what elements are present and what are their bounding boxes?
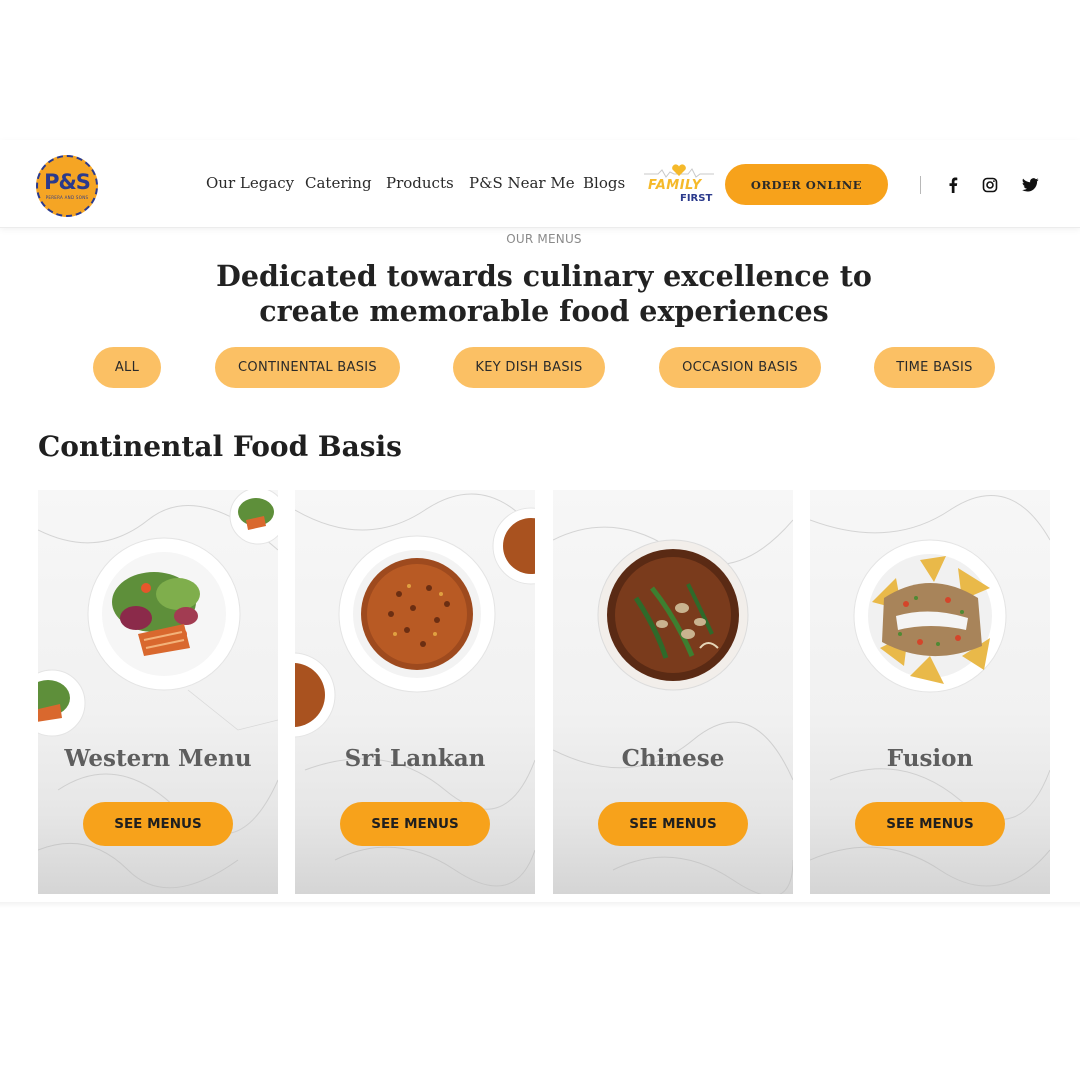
see-menus-button-western[interactable]: SEE MENUS <box>83 802 233 846</box>
twitter-icon[interactable] <box>1021 176 1039 194</box>
see-menus-button-fusion[interactable]: SEE MENUS <box>855 802 1005 846</box>
site-header: P&S PERERA AND SONS Our Legacy Catering … <box>0 140 1080 228</box>
card-title-sri-lankan: Sri Lankan <box>344 745 486 772</box>
side-salad-plate-bottom <box>38 669 86 737</box>
salmon-salad-plate <box>87 537 241 691</box>
first-word: FIRST <box>680 193 713 204</box>
nav-products[interactable]: Products <box>386 174 454 196</box>
header-divider <box>920 176 921 194</box>
section-title: Continental Food Basis <box>38 430 402 463</box>
side-rice-plate-top <box>492 507 535 585</box>
menu-card-sri-lankan[interactable]: Sri Lankan SEE MENUS <box>295 490 535 894</box>
filter-all[interactable]: ALL <box>93 347 161 388</box>
filter-key-dish-basis[interactable]: KEY DISH BASIS <box>453 347 605 388</box>
filter-occasion-basis[interactable]: OCCASION BASIS <box>659 347 821 388</box>
nav-our-legacy[interactable]: Our Legacy <box>206 174 294 196</box>
section-bottom-edge <box>0 902 1080 908</box>
instagram-icon[interactable] <box>981 176 999 194</box>
filter-continental-basis[interactable]: CONTINENTAL BASIS <box>215 347 400 388</box>
see-menus-button-sri-lankan[interactable]: SEE MENUS <box>340 802 490 846</box>
see-menus-button-chinese[interactable]: SEE MENUS <box>598 802 748 846</box>
order-online-button[interactable]: ORDER ONLINE <box>725 164 888 205</box>
nav-ps-near-me[interactable]: P&S Near Me <box>469 174 575 196</box>
nav-catering[interactable]: Catering <box>305 174 372 196</box>
side-rice-plate-bottom <box>295 652 336 738</box>
headline-line-1: Dedicated towards culinary excellence to <box>216 259 872 293</box>
card-title-western: Western Menu <box>64 745 252 772</box>
headline-line-2: create memorable food experiences <box>259 294 829 328</box>
noodle-soup-bowl <box>597 539 749 691</box>
ps-logo[interactable]: P&S PERERA AND SONS <box>36 155 98 217</box>
heart-icon <box>672 164 686 176</box>
facebook-icon[interactable] <box>944 176 962 194</box>
menu-card-fusion[interactable]: Fusion SEE MENUS <box>810 490 1050 894</box>
menu-card-western[interactable]: Western Menu SEE MENUS <box>38 490 278 894</box>
nav-blogs[interactable]: Blogs <box>583 174 625 196</box>
fried-rice-plate <box>338 535 496 693</box>
loaded-nachos-plate <box>853 539 1007 693</box>
side-salad-plate-top <box>229 490 278 545</box>
section-eyebrow: OUR MENUS <box>506 232 582 246</box>
menu-card-chinese[interactable]: Chinese SEE MENUS <box>553 490 793 894</box>
page-headline: Dedicated towards culinary excellence to… <box>0 259 1080 329</box>
card-title-fusion: Fusion <box>886 745 974 772</box>
family-word: FAMILY <box>648 178 702 193</box>
filter-time-basis[interactable]: TIME BASIS <box>874 347 995 388</box>
card-title-chinese: Chinese <box>621 745 725 772</box>
family-first-logo[interactable]: FAMILY FIRST <box>644 164 714 208</box>
logo-mark: P&S <box>44 170 91 194</box>
logo-subtext: PERERA AND SONS <box>45 195 89 200</box>
